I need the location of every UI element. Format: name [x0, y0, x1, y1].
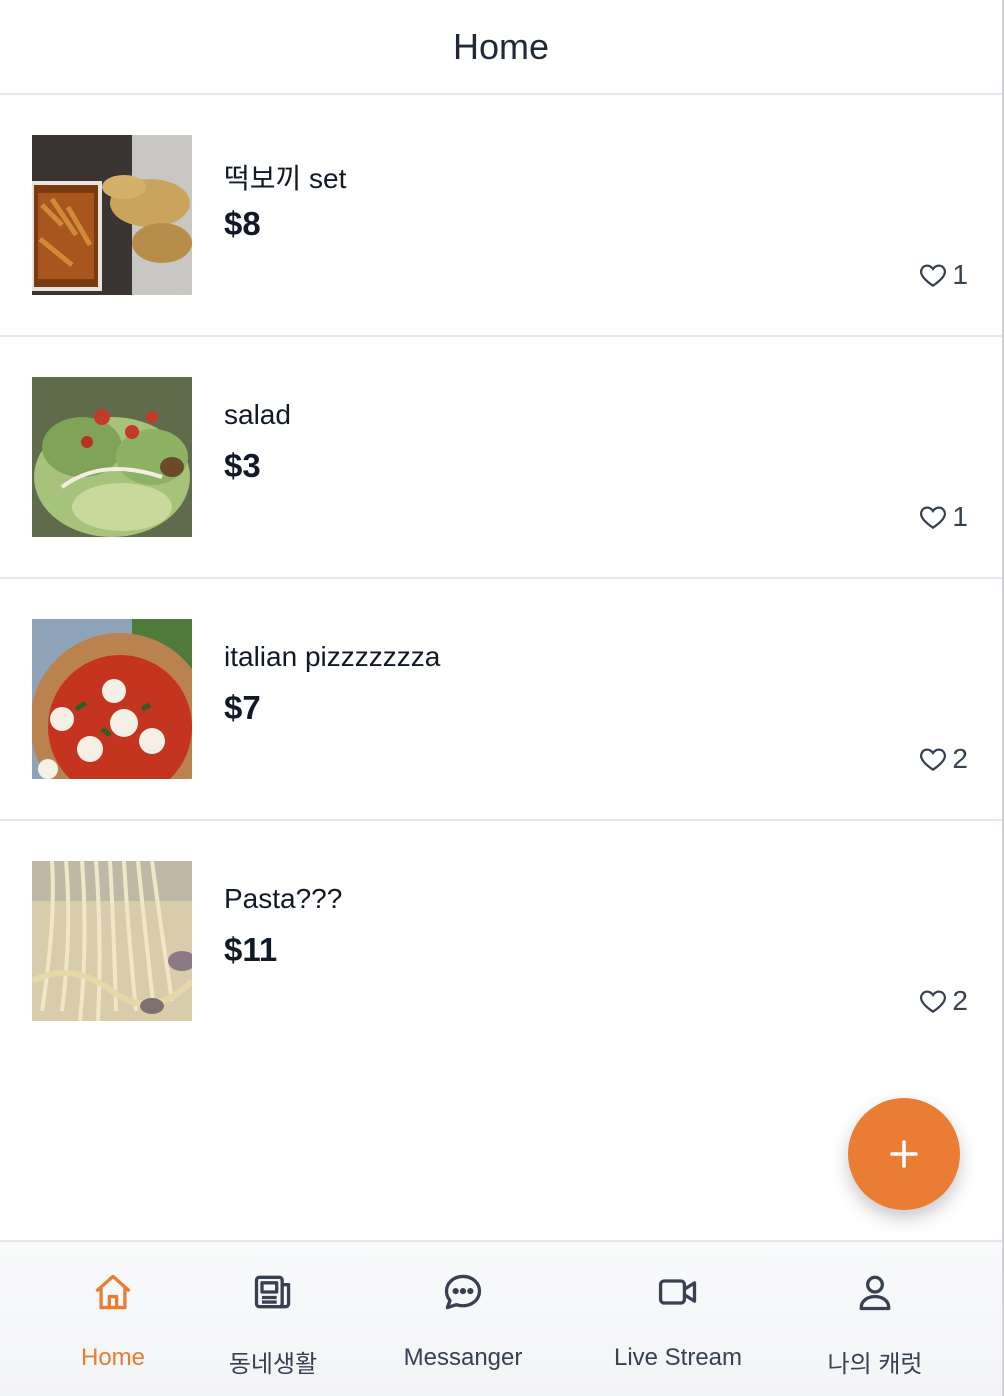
like-count[interactable]: 1	[918, 501, 968, 533]
newspaper-icon	[254, 1275, 291, 1309]
product-price: $7	[224, 689, 261, 726]
chat-bubble-icon	[444, 1274, 482, 1310]
salad-photo	[32, 377, 192, 537]
home-icon	[95, 1274, 131, 1310]
product-price: $11	[224, 931, 278, 968]
app-root: Home 떡보끼 set $8 1 salad $3 1 italian piz…	[0, 0, 1004, 1396]
nav-item-my-carrot[interactable]: 나의 캐럿	[815, 1242, 935, 1396]
nav-label: Messanger	[403, 1344, 523, 1371]
product-item[interactable]: italian pizzzzzzza $7 2	[0, 579, 1002, 821]
nav-label: 동네생활	[228, 1351, 318, 1378]
nav-item-neighborhood[interactable]: 동네생활	[213, 1242, 333, 1396]
like-count-value: 2	[952, 743, 968, 774]
heart-icon	[920, 748, 947, 771]
product-image[interactable]	[32, 861, 192, 1021]
bottom-nav: Home 동네생활 Messanger Live Stream 나의 캐럿	[0, 1240, 1002, 1396]
product-item[interactable]: salad $3 1	[0, 337, 1002, 579]
heart-icon	[920, 264, 947, 287]
product-image[interactable]	[32, 377, 192, 537]
nav-label: Home	[80, 1344, 146, 1371]
nav-item-live-stream[interactable]: Live Stream	[598, 1242, 758, 1396]
like-count-value: 2	[952, 985, 968, 1016]
product-title[interactable]: Pasta???	[224, 883, 342, 915]
like-count-value: 1	[952, 259, 968, 290]
product-image[interactable]	[32, 619, 192, 779]
pizza-photo	[32, 619, 192, 779]
product-item[interactable]: 떡보끼 set $8 1	[0, 95, 1002, 337]
product-title[interactable]: 떡보끼 set	[224, 157, 346, 197]
top-bar: Home	[0, 0, 1002, 95]
add-product-button[interactable]	[848, 1098, 960, 1210]
product-list: 떡보끼 set $8 1 salad $3 1 italian pizzzzzz…	[0, 95, 1002, 1063]
product-item[interactable]: Pasta??? $11 2	[0, 821, 1002, 1063]
tteokbokki-photo	[32, 135, 192, 295]
like-count-value: 1	[952, 501, 968, 532]
product-price: $3	[224, 447, 261, 484]
nav-item-home[interactable]: Home	[63, 1242, 163, 1396]
product-image[interactable]	[32, 135, 192, 295]
heart-icon	[920, 506, 947, 529]
video-camera-icon	[658, 1279, 697, 1305]
heart-icon	[920, 990, 947, 1013]
nav-label: Live Stream	[613, 1344, 743, 1371]
pasta-photo	[32, 861, 192, 1021]
page-title: Home	[452, 25, 550, 67]
product-title[interactable]: italian pizzzzzzza	[224, 641, 440, 673]
product-title[interactable]: salad	[224, 399, 291, 431]
like-count[interactable]: 1	[918, 259, 968, 291]
product-price: $8	[224, 205, 261, 242]
nav-label: 나의 캐럿	[827, 1351, 923, 1378]
plus-icon	[890, 1140, 918, 1168]
nav-item-messenger[interactable]: Messanger	[383, 1242, 543, 1396]
like-count[interactable]: 2	[918, 985, 968, 1017]
like-count[interactable]: 2	[918, 743, 968, 775]
user-icon	[859, 1275, 891, 1311]
